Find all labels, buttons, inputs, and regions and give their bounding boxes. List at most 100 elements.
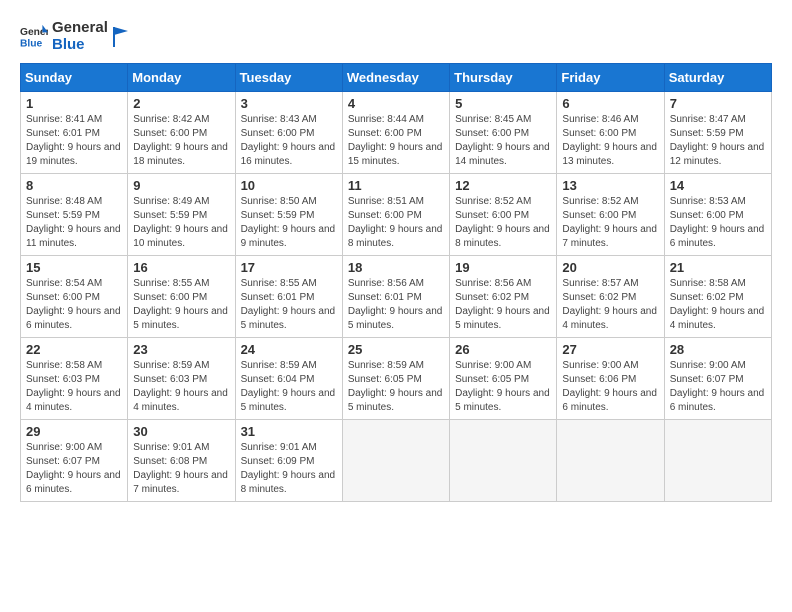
day-number: 2 — [133, 96, 229, 111]
day-info: Sunrise: 9:00 AMSunset: 6:06 PMDaylight:… — [562, 360, 657, 413]
weekday-header-thursday: Thursday — [450, 64, 557, 92]
day-number: 22 — [26, 342, 122, 357]
logo-flag-icon — [112, 27, 130, 47]
day-number: 9 — [133, 178, 229, 193]
day-info: Sunrise: 8:49 AMSunset: 5:59 PMDaylight:… — [133, 196, 228, 249]
calendar-week-2: 8 Sunrise: 8:48 AMSunset: 5:59 PMDayligh… — [21, 174, 772, 256]
day-info: Sunrise: 8:54 AMSunset: 6:00 PMDaylight:… — [26, 278, 121, 331]
day-number: 1 — [26, 96, 122, 111]
day-number: 20 — [562, 260, 658, 275]
calendar-cell: 23 Sunrise: 8:59 AMSunset: 6:03 PMDaylig… — [128, 338, 235, 420]
day-number: 25 — [348, 342, 444, 357]
day-number: 26 — [455, 342, 551, 357]
day-number: 16 — [133, 260, 229, 275]
calendar-cell: 26 Sunrise: 9:00 AMSunset: 6:05 PMDaylig… — [450, 338, 557, 420]
day-info: Sunrise: 8:51 AMSunset: 6:00 PMDaylight:… — [348, 196, 443, 249]
calendar-cell: 29 Sunrise: 9:00 AMSunset: 6:07 PMDaylig… — [21, 420, 128, 502]
weekday-header-monday: Monday — [128, 64, 235, 92]
day-info: Sunrise: 8:55 AMSunset: 6:00 PMDaylight:… — [133, 278, 228, 331]
day-info: Sunrise: 8:43 AMSunset: 6:00 PMDaylight:… — [241, 114, 336, 167]
day-number: 15 — [26, 260, 122, 275]
calendar-cell: 4 Sunrise: 8:44 AMSunset: 6:00 PMDayligh… — [342, 92, 449, 174]
calendar-cell: 16 Sunrise: 8:55 AMSunset: 6:00 PMDaylig… — [128, 256, 235, 338]
calendar-cell: 13 Sunrise: 8:52 AMSunset: 6:00 PMDaylig… — [557, 174, 664, 256]
calendar-cell: 5 Sunrise: 8:45 AMSunset: 6:00 PMDayligh… — [450, 92, 557, 174]
day-info: Sunrise: 8:59 AMSunset: 6:05 PMDaylight:… — [348, 360, 443, 413]
calendar-cell: 15 Sunrise: 8:54 AMSunset: 6:00 PMDaylig… — [21, 256, 128, 338]
day-info: Sunrise: 8:52 AMSunset: 6:00 PMDaylight:… — [562, 196, 657, 249]
day-info: Sunrise: 8:56 AMSunset: 6:01 PMDaylight:… — [348, 278, 443, 331]
calendar-cell: 21 Sunrise: 8:58 AMSunset: 6:02 PMDaylig… — [664, 256, 771, 338]
day-info: Sunrise: 8:47 AMSunset: 5:59 PMDaylight:… — [670, 114, 765, 167]
weekday-header-sunday: Sunday — [21, 64, 128, 92]
day-number: 10 — [241, 178, 337, 193]
calendar-cell — [342, 420, 449, 502]
logo-icon: General Blue — [20, 23, 48, 51]
day-info: Sunrise: 8:56 AMSunset: 6:02 PMDaylight:… — [455, 278, 550, 331]
day-number: 30 — [133, 424, 229, 439]
calendar-week-1: 1 Sunrise: 8:41 AMSunset: 6:01 PMDayligh… — [21, 92, 772, 174]
day-info: Sunrise: 8:59 AMSunset: 6:03 PMDaylight:… — [133, 360, 228, 413]
day-info: Sunrise: 9:01 AMSunset: 6:09 PMDaylight:… — [241, 442, 336, 495]
calendar-cell — [450, 420, 557, 502]
calendar-cell: 1 Sunrise: 8:41 AMSunset: 6:01 PMDayligh… — [21, 92, 128, 174]
day-info: Sunrise: 8:55 AMSunset: 6:01 PMDaylight:… — [241, 278, 336, 331]
calendar-cell: 8 Sunrise: 8:48 AMSunset: 5:59 PMDayligh… — [21, 174, 128, 256]
weekday-header-friday: Friday — [557, 64, 664, 92]
calendar-cell: 9 Sunrise: 8:49 AMSunset: 5:59 PMDayligh… — [128, 174, 235, 256]
calendar-week-3: 15 Sunrise: 8:54 AMSunset: 6:00 PMDaylig… — [21, 256, 772, 338]
calendar-cell: 2 Sunrise: 8:42 AMSunset: 6:00 PMDayligh… — [128, 92, 235, 174]
day-info: Sunrise: 8:58 AMSunset: 6:03 PMDaylight:… — [26, 360, 121, 413]
day-info: Sunrise: 8:50 AMSunset: 5:59 PMDaylight:… — [241, 196, 336, 249]
logo-blue-text: Blue — [52, 37, 108, 54]
calendar-week-5: 29 Sunrise: 9:00 AMSunset: 6:07 PMDaylig… — [21, 420, 772, 502]
logo: General Blue General Blue — [20, 20, 130, 53]
day-number: 29 — [26, 424, 122, 439]
calendar-cell: 24 Sunrise: 8:59 AMSunset: 6:04 PMDaylig… — [235, 338, 342, 420]
day-info: Sunrise: 8:57 AMSunset: 6:02 PMDaylight:… — [562, 278, 657, 331]
calendar-cell: 6 Sunrise: 8:46 AMSunset: 6:00 PMDayligh… — [557, 92, 664, 174]
day-info: Sunrise: 8:53 AMSunset: 6:00 PMDaylight:… — [670, 196, 765, 249]
calendar-cell: 10 Sunrise: 8:50 AMSunset: 5:59 PMDaylig… — [235, 174, 342, 256]
calendar-cell: 18 Sunrise: 8:56 AMSunset: 6:01 PMDaylig… — [342, 256, 449, 338]
day-number: 23 — [133, 342, 229, 357]
calendar-cell: 11 Sunrise: 8:51 AMSunset: 6:00 PMDaylig… — [342, 174, 449, 256]
calendar-cell: 27 Sunrise: 9:00 AMSunset: 6:06 PMDaylig… — [557, 338, 664, 420]
day-number: 27 — [562, 342, 658, 357]
weekday-header-tuesday: Tuesday — [235, 64, 342, 92]
calendar-cell: 25 Sunrise: 8:59 AMSunset: 6:05 PMDaylig… — [342, 338, 449, 420]
calendar-cell: 30 Sunrise: 9:01 AMSunset: 6:08 PMDaylig… — [128, 420, 235, 502]
day-number: 11 — [348, 178, 444, 193]
calendar-cell: 20 Sunrise: 8:57 AMSunset: 6:02 PMDaylig… — [557, 256, 664, 338]
day-number: 19 — [455, 260, 551, 275]
calendar-cell: 22 Sunrise: 8:58 AMSunset: 6:03 PMDaylig… — [21, 338, 128, 420]
day-info: Sunrise: 9:01 AMSunset: 6:08 PMDaylight:… — [133, 442, 228, 495]
day-info: Sunrise: 8:59 AMSunset: 6:04 PMDaylight:… — [241, 360, 336, 413]
calendar-cell: 19 Sunrise: 8:56 AMSunset: 6:02 PMDaylig… — [450, 256, 557, 338]
day-number: 4 — [348, 96, 444, 111]
day-info: Sunrise: 8:44 AMSunset: 6:00 PMDaylight:… — [348, 114, 443, 167]
day-number: 24 — [241, 342, 337, 357]
calendar-cell: 17 Sunrise: 8:55 AMSunset: 6:01 PMDaylig… — [235, 256, 342, 338]
header: General Blue General Blue — [20, 20, 772, 53]
day-info: Sunrise: 9:00 AMSunset: 6:07 PMDaylight:… — [670, 360, 765, 413]
calendar-table: SundayMondayTuesdayWednesdayThursdayFrid… — [20, 63, 772, 502]
day-info: Sunrise: 8:48 AMSunset: 5:59 PMDaylight:… — [26, 196, 121, 249]
calendar-cell: 31 Sunrise: 9:01 AMSunset: 6:09 PMDaylig… — [235, 420, 342, 502]
day-info: Sunrise: 8:52 AMSunset: 6:00 PMDaylight:… — [455, 196, 550, 249]
weekday-header-saturday: Saturday — [664, 64, 771, 92]
svg-text:Blue: Blue — [20, 38, 43, 49]
day-number: 6 — [562, 96, 658, 111]
day-number: 8 — [26, 178, 122, 193]
day-number: 7 — [670, 96, 766, 111]
day-number: 14 — [670, 178, 766, 193]
day-info: Sunrise: 8:58 AMSunset: 6:02 PMDaylight:… — [670, 278, 765, 331]
day-info: Sunrise: 9:00 AMSunset: 6:07 PMDaylight:… — [26, 442, 121, 495]
day-info: Sunrise: 9:00 AMSunset: 6:05 PMDaylight:… — [455, 360, 550, 413]
calendar-week-4: 22 Sunrise: 8:58 AMSunset: 6:03 PMDaylig… — [21, 338, 772, 420]
day-number: 28 — [670, 342, 766, 357]
day-number: 18 — [348, 260, 444, 275]
day-info: Sunrise: 8:42 AMSunset: 6:00 PMDaylight:… — [133, 114, 228, 167]
day-number: 13 — [562, 178, 658, 193]
day-number: 12 — [455, 178, 551, 193]
